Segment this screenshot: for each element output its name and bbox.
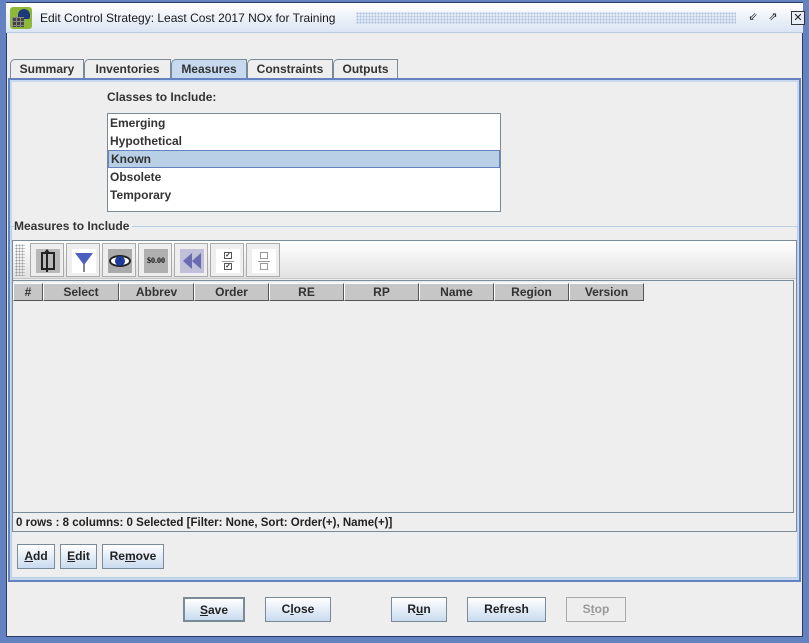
select-all-button[interactable]: ✓ ✓ (210, 243, 244, 277)
title-bar-grip (356, 12, 736, 24)
save-button[interactable]: Save (183, 597, 245, 622)
clear-all-icon (252, 249, 276, 273)
remove-button[interactable]: Remove (102, 544, 164, 569)
sort-button[interactable] (30, 243, 64, 277)
class-item-hypothetical[interactable]: Hypothetical (108, 132, 500, 150)
window-title: Edit Control Strategy: Least Cost 2017 N… (40, 11, 336, 25)
tab-inventories[interactable]: Inventories (84, 59, 171, 78)
refresh-button[interactable]: Refresh (467, 597, 546, 622)
table-status: 0 rows : 8 columns: 0 Selected [Filter: … (16, 517, 393, 529)
close-icon[interactable]: ✕ (791, 11, 805, 25)
column-header-order[interactable]: Order (194, 283, 269, 301)
format-button[interactable]: $0.00 (138, 243, 172, 277)
column-header-select[interactable]: Select (43, 283, 119, 301)
close-button[interactable]: Close (265, 597, 331, 622)
tab-constraints[interactable]: Constraints (247, 59, 333, 78)
classes-list[interactable]: Emerging Hypothetical Known Obsolete Tem… (107, 113, 501, 212)
rewind-icon (180, 249, 204, 273)
table-header: # Select Abbrev Order RE RP Name Region … (13, 283, 644, 301)
edit-button[interactable]: Edit (60, 544, 97, 569)
filter-button[interactable] (66, 243, 100, 277)
tab-outputs[interactable]: Outputs (333, 59, 398, 78)
class-item-emerging[interactable]: Emerging (108, 114, 500, 132)
format-icon: $0.00 (144, 249, 168, 273)
tab-measures[interactable]: Measures (171, 59, 247, 79)
table-toolbar: $0.00 ✓ ✓ (13, 241, 796, 279)
class-item-known[interactable]: Known (108, 150, 500, 168)
title-bar[interactable]: Edit Control Strategy: Least Cost 2017 N… (6, 3, 805, 33)
filter-icon (72, 249, 96, 273)
sort-icon (36, 249, 60, 273)
reset-button[interactable] (174, 243, 208, 277)
column-header-version[interactable]: Version (569, 283, 644, 301)
measures-group-title: Measures to Include (14, 219, 133, 233)
column-header-re[interactable]: RE (269, 283, 344, 301)
app-icon (10, 7, 32, 29)
select-all-icon: ✓ ✓ (216, 249, 240, 273)
column-header-name[interactable]: Name (419, 283, 494, 301)
measures-table[interactable]: # Select Abbrev Order RE RP Name Region … (13, 280, 794, 513)
measures-table-panel: $0.00 ✓ ✓ # Select Abbrev Order RE RP Na… (12, 240, 797, 532)
classes-label: Classes to Include: (107, 90, 217, 104)
column-header-abbrev[interactable]: Abbrev (119, 283, 194, 301)
class-item-temporary[interactable]: Temporary (108, 186, 500, 204)
tab-summary[interactable]: Summary (10, 59, 84, 78)
view-button[interactable] (102, 243, 136, 277)
column-header-number[interactable]: # (13, 283, 43, 301)
restore-down-icon[interactable]: ⇙ (746, 11, 760, 25)
run-button[interactable]: Run (391, 597, 447, 622)
column-header-rp[interactable]: RP (344, 283, 419, 301)
maximize-icon[interactable]: ⇗ (766, 11, 780, 25)
view-icon (108, 249, 132, 273)
toolbar-grip[interactable] (15, 244, 25, 276)
class-item-obsolete[interactable]: Obsolete (108, 168, 500, 186)
stop-button: Stop (566, 597, 626, 622)
column-header-region[interactable]: Region (494, 283, 569, 301)
add-button[interactable]: Add (17, 544, 55, 569)
clear-all-button[interactable] (246, 243, 280, 277)
